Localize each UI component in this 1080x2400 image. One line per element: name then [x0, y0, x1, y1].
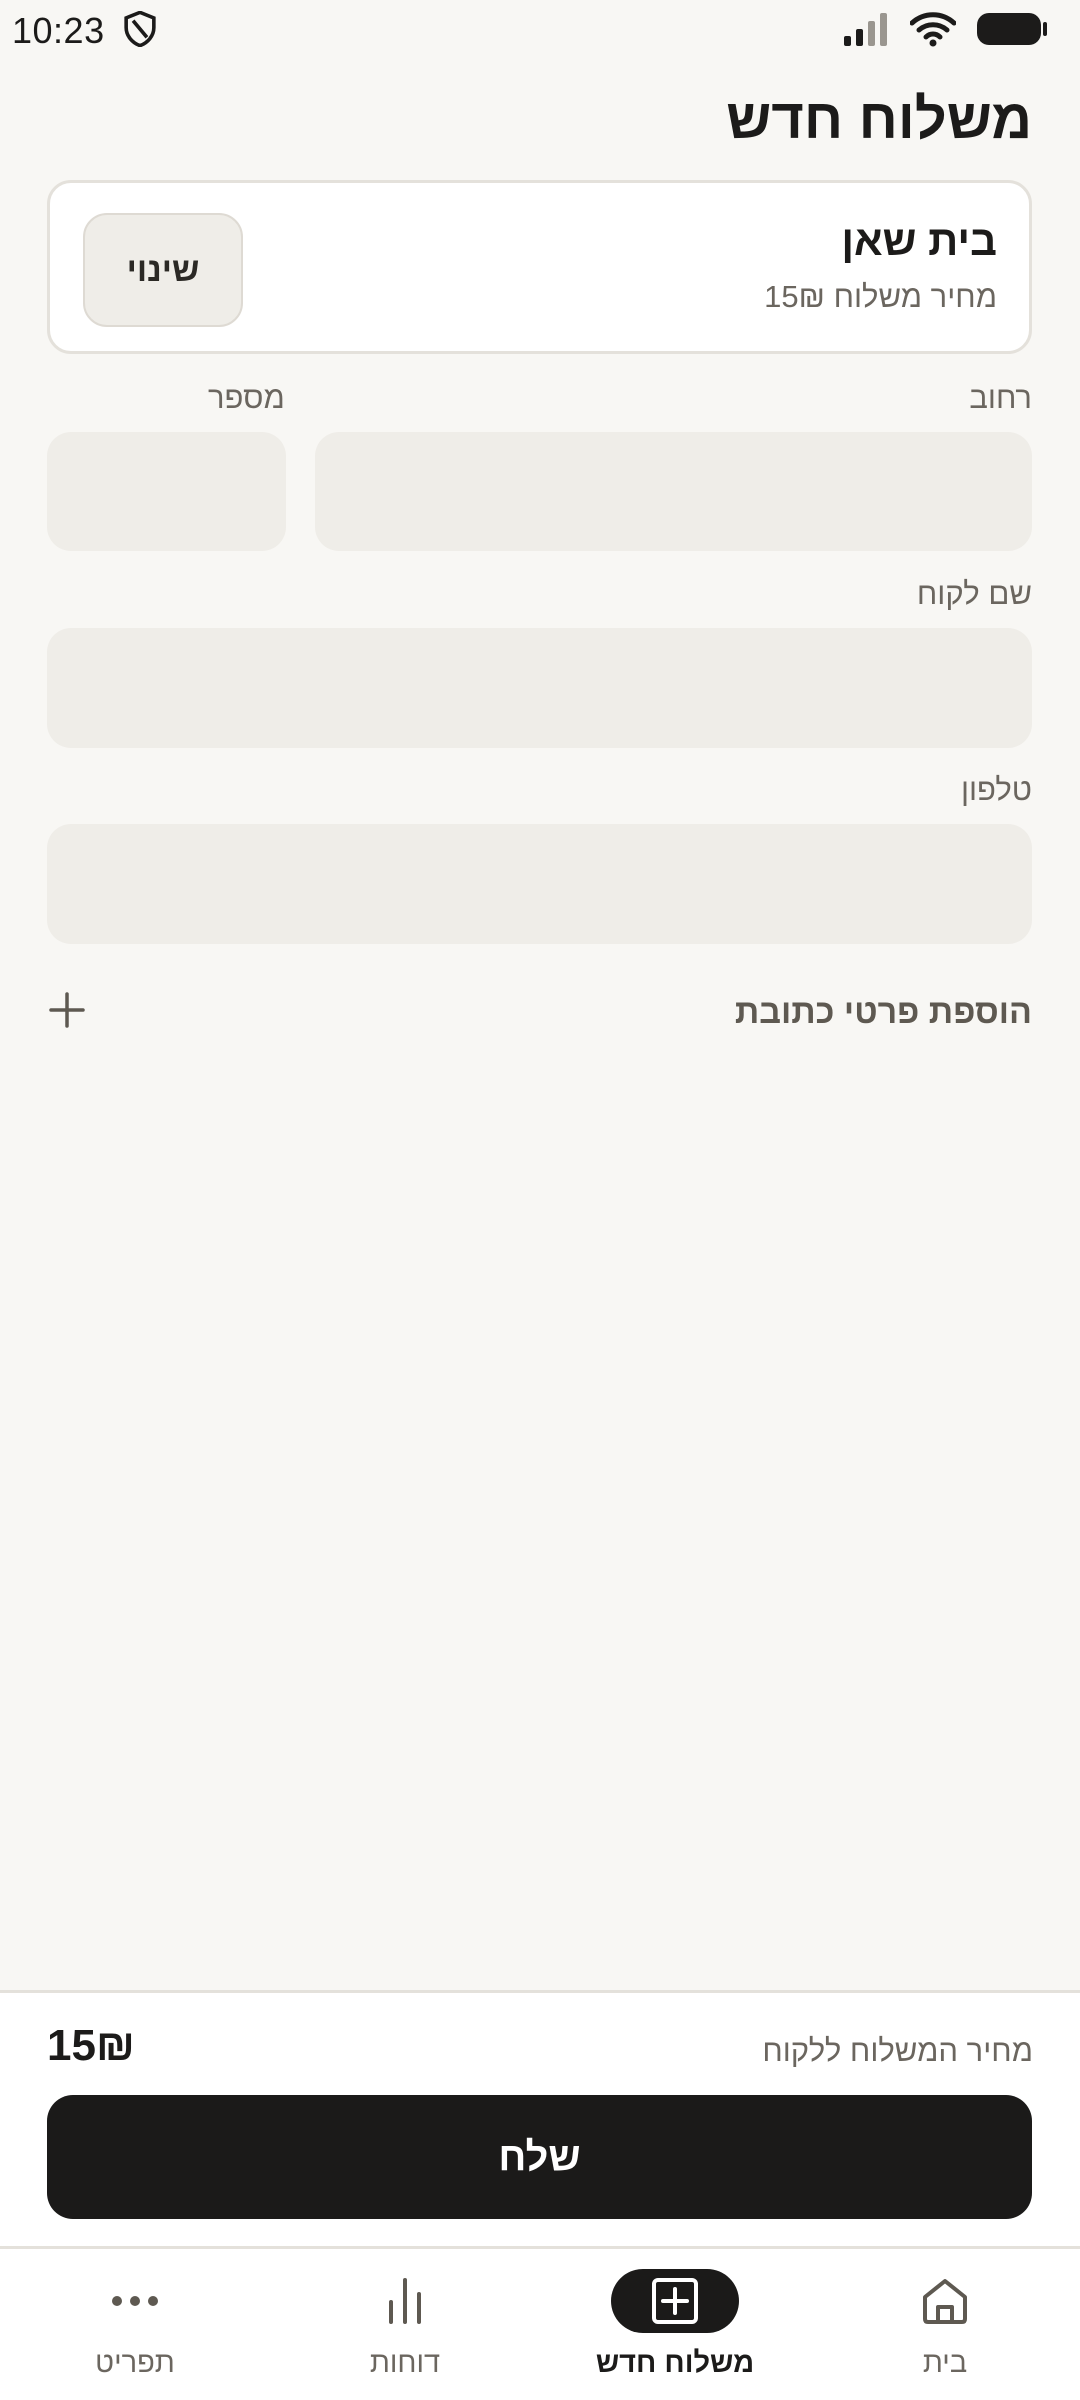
home-icon — [881, 2269, 1009, 2333]
nav-item-reports[interactable]: דוחות — [270, 2249, 540, 2400]
street-label: רחוב — [969, 380, 1032, 415]
nav-label-new-delivery: משלוח חדש — [595, 2347, 755, 2379]
signal-icon — [842, 12, 890, 51]
customer-delivery-price-value: 15₪ — [47, 2021, 135, 2070]
number-label: מספר — [208, 380, 285, 415]
nav-label-reports: דוחות — [369, 2347, 441, 2379]
bottom-nav: בית משלוח חדש דוחות תפריט — [0, 2246, 1080, 2400]
summary-panel: מחיר המשלוח ללקוח 15₪ שלח — [0, 1990, 1080, 2246]
status-bar: 10:23 — [0, 0, 1080, 62]
new-delivery-screen: 10:23 משלוח חדש בית שאן מחיר משלוח 15₪ ש… — [0, 0, 1080, 2400]
branch-card: בית שאן מחיר משלוח 15₪ שינוי — [47, 180, 1032, 354]
status-left: 10:23 — [12, 9, 157, 52]
page-title: משלוח חדש — [726, 87, 1032, 150]
nav-item-menu[interactable]: תפריט — [0, 2249, 270, 2400]
phone-label: טלפון — [960, 772, 1032, 807]
customer-name-label: שם לקוח — [916, 576, 1032, 611]
nav-item-new-delivery[interactable]: משלוח חדש — [540, 2249, 810, 2400]
more-horizontal-icon — [71, 2269, 199, 2333]
change-branch-button[interactable]: שינוי — [83, 213, 243, 327]
status-time: 10:23 — [12, 10, 105, 51]
add-address-details-row[interactable]: הוספת פרטי כתובת — [47, 980, 1032, 1044]
wifi-icon — [909, 11, 957, 52]
add-box-icon — [611, 2269, 739, 2333]
branch-name: בית שאן — [841, 217, 997, 264]
nav-item-home[interactable]: בית — [810, 2249, 1080, 2400]
status-icons — [842, 11, 1048, 52]
number-input[interactable] — [47, 432, 286, 551]
branch-delivery-price: מחיר משלוח 15₪ — [764, 279, 997, 314]
customer-delivery-price-label: מחיר המשלוח ללקוח — [762, 2033, 1033, 2068]
shield-icon — [123, 9, 157, 52]
phone-input[interactable] — [47, 824, 1032, 944]
add-address-details-label: הוספת פרטי כתובת — [734, 992, 1032, 1031]
battery-icon — [976, 11, 1048, 52]
customer-name-input[interactable] — [47, 628, 1032, 748]
street-input[interactable] — [315, 432, 1032, 551]
send-button[interactable]: שלח — [47, 2095, 1032, 2219]
plus-icon[interactable] — [47, 990, 87, 1035]
nav-label-home: בית — [922, 2347, 968, 2379]
nav-label-menu: תפריט — [95, 2347, 175, 2379]
bar-chart-icon — [341, 2269, 469, 2333]
